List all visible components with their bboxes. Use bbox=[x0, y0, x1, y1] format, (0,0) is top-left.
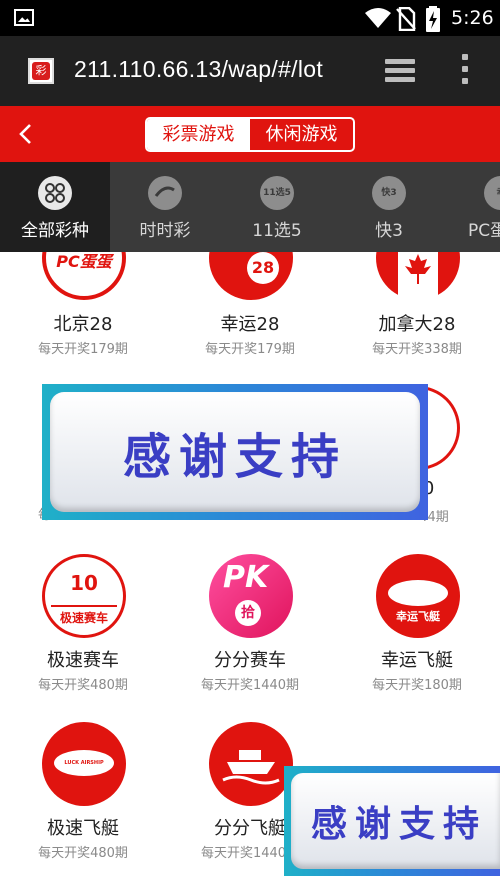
logo-text: 28 bbox=[247, 252, 279, 284]
draw-count: 每天开奖480期 bbox=[38, 678, 128, 693]
banner-inner: 感谢支持 bbox=[50, 392, 420, 512]
banner-text: 感谢支持 bbox=[311, 803, 488, 845]
page: 5:26 彩 211.110.66.13/wap/#/lot 彩票游戏 休闲游戏… bbox=[0, 0, 500, 889]
game-name: 加拿大28 bbox=[378, 314, 456, 335]
tab-all-lotteries[interactable]: 全部彩种 bbox=[0, 162, 110, 252]
pk-logo-icon: PK 拾 bbox=[209, 554, 293, 638]
tab-label: 快3 bbox=[375, 221, 403, 241]
wifi-icon bbox=[365, 8, 391, 28]
ssc-icon bbox=[148, 176, 182, 210]
game-tile-lucky28[interactable]: 28 幸运28 每天开奖179期 bbox=[167, 252, 333, 362]
site-favicon: 彩 bbox=[28, 58, 54, 84]
boat-logo-icon bbox=[209, 722, 293, 806]
game-type-switch: 彩票游戏 休闲游戏 bbox=[145, 117, 355, 152]
game-name: 极速赛车 bbox=[47, 650, 119, 671]
logo-text: LUCK AIRSHIP bbox=[54, 750, 114, 776]
game-name: 幸运28 bbox=[220, 314, 280, 335]
draw-count: 每天开奖179期 bbox=[205, 342, 295, 357]
no-sim-icon bbox=[396, 7, 416, 31]
tab-casual-games[interactable]: 休闲游戏 bbox=[250, 119, 353, 150]
game-name: 北京28 bbox=[53, 314, 113, 335]
logo-text: 幸运飞艇 bbox=[396, 610, 440, 623]
draw-count: 每天开奖1440期 bbox=[200, 678, 300, 693]
lucky28-logo-icon: 28 bbox=[209, 252, 293, 300]
grid-icon bbox=[38, 176, 72, 210]
banner-inner: 感谢支持 bbox=[291, 773, 500, 869]
game-name: 极速飞艇 bbox=[47, 818, 119, 839]
battery-charging-icon bbox=[426, 6, 440, 32]
thanks-banner-floating[interactable]: 感谢支持 bbox=[284, 766, 500, 876]
browser-toolbar: 彩 211.110.66.13/wap/#/lot bbox=[0, 36, 500, 106]
tab-lottery-games[interactable]: 彩票游戏 bbox=[147, 119, 250, 150]
game-tile-canada28[interactable]: 加拿大28 每天开奖338期 bbox=[334, 252, 500, 362]
back-arrow-icon[interactable] bbox=[14, 120, 38, 148]
k3-icon: 快3 bbox=[372, 176, 406, 210]
status-bar: 5:26 bbox=[0, 0, 500, 36]
game-grid: PC蛋蛋 北京28 每天开奖179期 28 幸运28 每天开奖179期 加拿大2… bbox=[0, 252, 500, 889]
airship-logo-icon: LUCK AIRSHIP bbox=[42, 722, 126, 806]
clock: 5:26 bbox=[451, 7, 494, 29]
tab-label: 全部彩种 bbox=[21, 221, 89, 241]
thanks-banner[interactable]: 感谢支持 bbox=[42, 384, 428, 520]
overflow-menu-icon[interactable] bbox=[460, 54, 470, 88]
tab-label: PC蛋蛋 bbox=[468, 221, 500, 241]
draw-count: 每天开奖338期 bbox=[372, 342, 462, 357]
draw-count: 每天开奖180期 bbox=[372, 678, 462, 693]
image-icon bbox=[14, 9, 34, 26]
game-name: 分分赛车 bbox=[214, 650, 286, 671]
game-name: 幸运飞艇 bbox=[381, 650, 453, 671]
logo-text: 极速赛车 bbox=[51, 605, 117, 626]
page-header: 彩票游戏 休闲游戏 bbox=[0, 106, 500, 162]
draw-count: 每天开奖480期 bbox=[38, 846, 128, 861]
pcdd-icon: 幸 bbox=[484, 176, 500, 210]
favicon-label: 彩 bbox=[32, 62, 50, 80]
canada-flag-icon bbox=[376, 252, 460, 300]
tabs-icon[interactable] bbox=[383, 57, 417, 85]
banner-text: 感谢支持 bbox=[122, 429, 347, 485]
tab-label: 11选5 bbox=[252, 221, 302, 241]
tab-k3[interactable]: 快3 快3 bbox=[334, 162, 444, 252]
logo-text: PK bbox=[223, 560, 269, 595]
11x5-icon: 11选5 bbox=[260, 176, 294, 210]
pcdd-logo-icon: PC蛋蛋 bbox=[42, 252, 126, 300]
draw-count: 每天开奖179期 bbox=[38, 342, 128, 357]
game-tile-beijing28[interactable]: PC蛋蛋 北京28 每天开奖179期 bbox=[0, 252, 166, 362]
logo-text: PC蛋蛋 bbox=[56, 252, 112, 271]
category-tabs: 全部彩种 时时彩 11选5 11选5 快3 快3 幸 PC蛋蛋 bbox=[0, 162, 500, 252]
game-tile-xingyun-feiting[interactable]: 幸运飞艇 幸运飞艇 每天开奖180期 bbox=[334, 554, 500, 694]
tab-pcdd[interactable]: 幸 PC蛋蛋 bbox=[446, 162, 500, 252]
tab-11x5[interactable]: 11选5 11选5 bbox=[222, 162, 332, 252]
airship-logo-icon: 幸运飞艇 bbox=[376, 554, 460, 638]
tab-label: 时时彩 bbox=[139, 221, 191, 241]
game-tile-jisu-saiche[interactable]: 10 极速赛车 极速赛车 每天开奖480期 bbox=[0, 554, 166, 694]
game-tile-fenfen-saiche[interactable]: PK 拾 分分赛车 每天开奖1440期 bbox=[167, 554, 333, 694]
game-tile-jisu-feiting[interactable]: LUCK AIRSHIP 极速飞艇 每天开奖480期 bbox=[0, 722, 166, 862]
jisu-saiche-logo-icon: 10 极速赛车 bbox=[42, 554, 126, 638]
tab-ssc[interactable]: 时时彩 bbox=[110, 162, 220, 252]
url-field[interactable]: 211.110.66.13/wap/#/lot bbox=[74, 56, 323, 83]
